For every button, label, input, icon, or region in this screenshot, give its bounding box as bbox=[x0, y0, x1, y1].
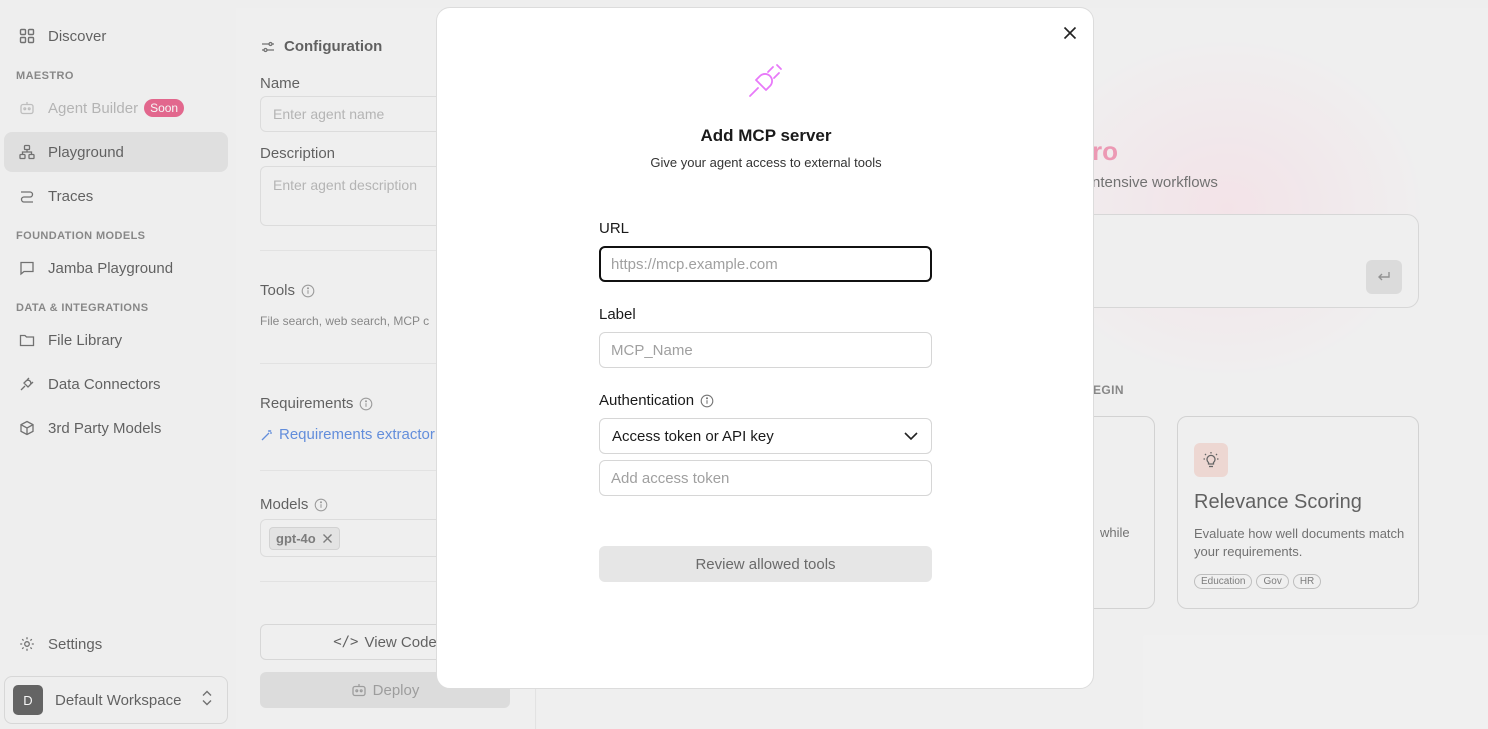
close-button[interactable] bbox=[1059, 22, 1081, 44]
add-mcp-server-dialog: Add MCP server Give your agent access to… bbox=[436, 7, 1094, 689]
url-input[interactable] bbox=[599, 246, 932, 282]
plug-icon bbox=[749, 64, 782, 97]
url-label: URL bbox=[599, 220, 630, 237]
access-token-input[interactable] bbox=[599, 460, 932, 496]
dialog-title: Add MCP server bbox=[700, 126, 832, 145]
label-label: Label bbox=[599, 306, 636, 323]
info-icon[interactable] bbox=[700, 394, 714, 408]
authentication-header: Authentication bbox=[599, 392, 714, 409]
authentication-label: Authentication bbox=[599, 392, 695, 409]
label-input[interactable] bbox=[599, 332, 932, 368]
dialog-subtitle: Give your agent access to external tools bbox=[650, 155, 882, 170]
authentication-selected-value: Access token or API key bbox=[612, 427, 774, 445]
review-allowed-tools-button[interactable]: Review allowed tools bbox=[599, 546, 932, 582]
close-icon bbox=[1063, 26, 1077, 40]
chevron-down-icon bbox=[903, 431, 919, 441]
authentication-select[interactable]: Access token or API key bbox=[599, 418, 932, 454]
